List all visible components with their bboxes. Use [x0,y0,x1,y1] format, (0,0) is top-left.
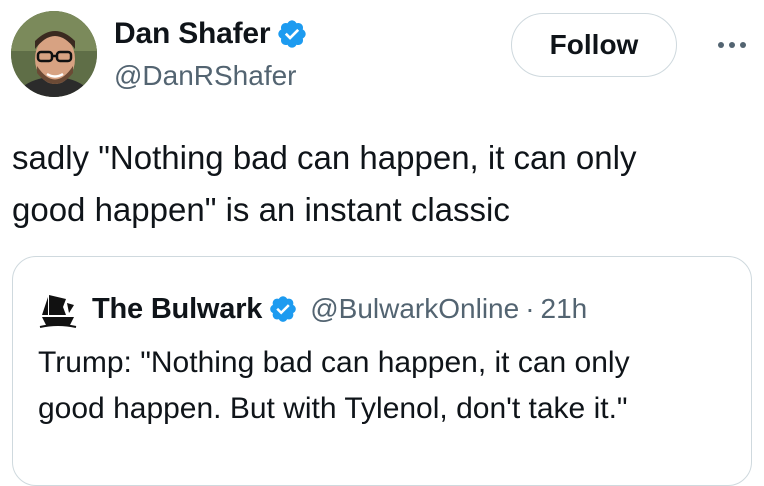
bulwark-ship-logo-icon[interactable] [36,287,80,331]
verified-badge-icon[interactable] [268,294,298,324]
dot [740,42,746,48]
follow-button[interactable]: Follow [511,13,677,77]
quoted-text-line: good happen. But with Tylenol, don't tak… [38,392,628,425]
more-options-icon[interactable] [712,30,752,60]
profile-photo [11,11,97,97]
tweet-text-line: sadly "Nothing bad can happen, it can on… [12,139,637,176]
quoted-display-name[interactable]: The Bulwark [92,293,262,326]
author-name-row: Dan Shafer [114,14,308,54]
meta-separator: · [525,293,535,324]
quoted-tweet-header: The Bulwark @BulwarkOnline · 21h [36,287,587,331]
author-handle[interactable]: @DanRShafer [114,60,297,92]
quoted-text-line: Trump: "Nothing bad can happen, it can o… [38,346,630,379]
quoted-timestamp[interactable]: 21h [541,293,588,325]
quoted-handle[interactable]: @BulwarkOnline [310,293,519,325]
tweet-text-line: good happen" is an instant classic [12,191,510,228]
dot [729,42,735,48]
dot [718,42,724,48]
verified-badge-icon[interactable] [276,18,308,50]
author-display-name[interactable]: Dan Shafer [114,17,271,51]
tweet-text: sadly "Nothing bad can happen, it can on… [12,132,752,236]
quoted-tweet-text: Trump: "Nothing bad can happen, it can o… [38,340,738,432]
author-avatar[interactable] [11,11,97,97]
